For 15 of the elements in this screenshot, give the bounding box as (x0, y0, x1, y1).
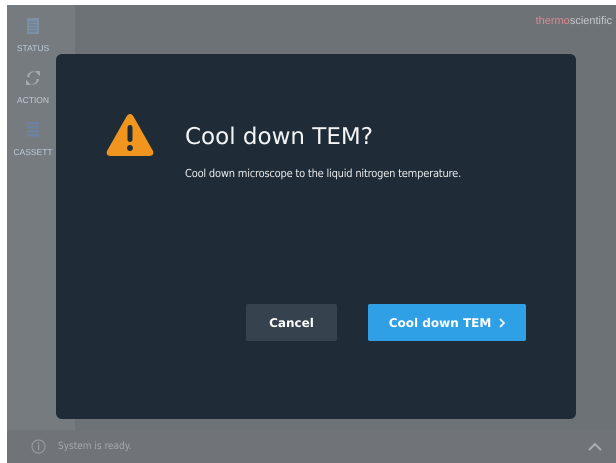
dialog-title: Cool down TEM? (185, 124, 374, 150)
sidebar-tab[interactable]: CASSETT (10, 121, 56, 157)
info-icon (31, 439, 46, 454)
chevron-right-icon (499, 318, 506, 328)
cancel-button[interactable]: Cancel (246, 304, 337, 341)
document-icon (26, 17, 40, 35)
dialog-message: Cool down microscope to the liquid nitrogen temperature. (185, 167, 462, 180)
confirm-button[interactable]: Cool down TEM (368, 304, 526, 341)
warning-icon (105, 112, 155, 158)
sync-icon (25, 69, 41, 87)
sidebar-tab[interactable]: STATUS (10, 17, 56, 53)
list-icon (26, 121, 40, 139)
chevron-up-icon[interactable] (588, 442, 602, 451)
sidebar-tab[interactable]: ACTION (10, 69, 56, 105)
brand-logo: thermoscientific (536, 15, 612, 27)
